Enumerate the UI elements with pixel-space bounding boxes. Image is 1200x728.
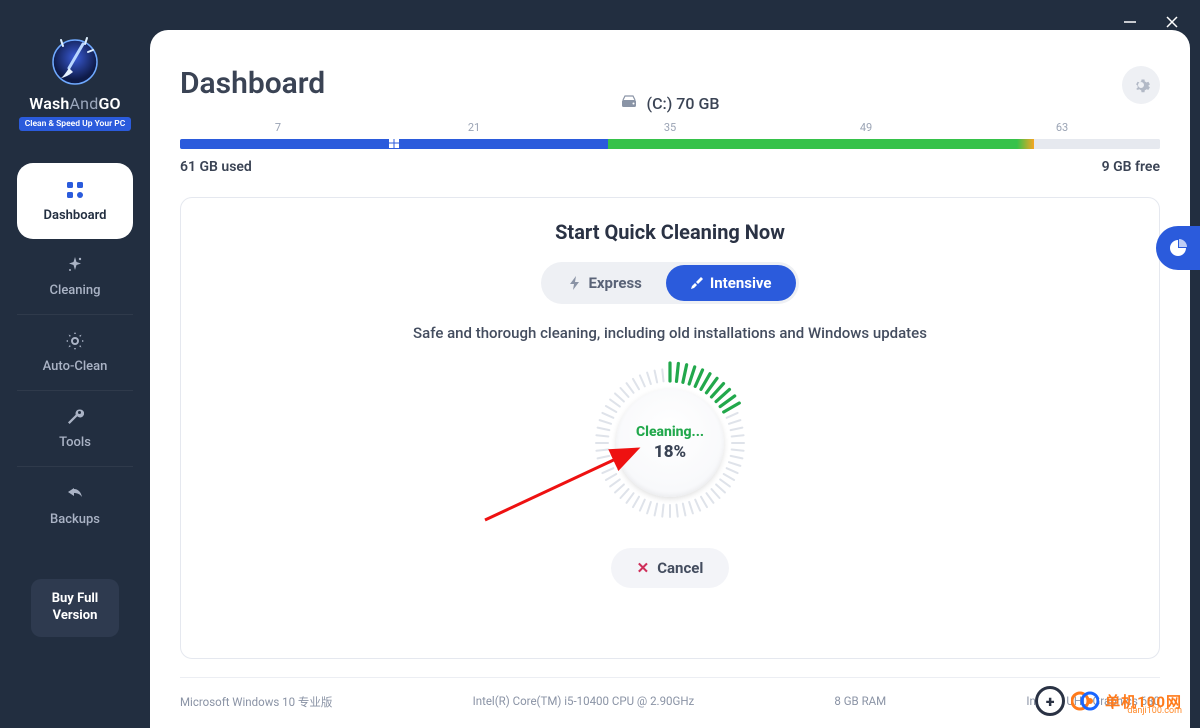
system-info: Microsoft Windows 10 专业版 Intel(R) Core(T… [180, 677, 1160, 728]
brand-part-3: GO [98, 94, 120, 113]
sidebar: WashAndGO Clean & Speed Up Your PC Dashb… [0, 0, 150, 728]
buy-line-2: Version [39, 608, 111, 625]
wrench-icon [65, 407, 85, 427]
brand-part-1: Wash [29, 94, 69, 113]
ruler-tick: 21 [468, 121, 480, 134]
sidebar-item-label: Auto-Clean [43, 359, 108, 374]
undo-icon [65, 484, 85, 504]
gear-icon [65, 331, 85, 351]
disk-usage-bar [180, 139, 1160, 149]
sysinfo-ram: 8 GB RAM [834, 694, 886, 710]
sidebar-item-label: Cleaning [50, 283, 101, 298]
sidebar-item-label: Backups [50, 512, 100, 527]
windows-icon [389, 139, 399, 149]
disk-ruler: 7 21 35 49 63 [180, 121, 1160, 139]
stats-fab-button[interactable] [1156, 226, 1200, 270]
brand-tagline: Clean & Speed Up Your PC [19, 117, 132, 131]
cleaning-card: Start Quick Cleaning Now Express Intensi… [180, 197, 1160, 659]
ruler-tick: 35 [664, 121, 676, 134]
sidebar-item-tools[interactable]: Tools [17, 391, 133, 467]
sparkle-icon [65, 255, 85, 275]
progress-status: Cleaning... [636, 424, 704, 440]
hdd-icon [621, 94, 637, 113]
cleaning-title: Start Quick Cleaning Now [555, 220, 785, 244]
minimize-button[interactable] [1118, 10, 1142, 34]
sidebar-item-label: Tools [59, 435, 91, 450]
ruler-tick: 7 [275, 121, 281, 134]
brand-name: WashAndGO [29, 94, 121, 113]
bar-segment-free [1034, 139, 1160, 149]
gear-icon [1132, 76, 1150, 94]
sysinfo-cpu: Intel(R) Core(TM) i5-10400 CPU @ 2.90GHz [473, 694, 695, 710]
brand-part-2: And [70, 94, 99, 113]
sidebar-item-backups[interactable]: Backups [17, 467, 133, 543]
cancel-label: Cancel [657, 559, 703, 577]
sidebar-item-label: Dashboard [44, 208, 107, 223]
sidebar-item-cleaning[interactable]: Cleaning [17, 239, 133, 315]
mode-label: Intensive [710, 274, 772, 292]
progress-dial: Cleaning... 18% [585, 358, 755, 528]
disk-free-label: 9 GB free [1102, 159, 1160, 175]
sidebar-item-auto-clean[interactable]: Auto-Clean [17, 315, 133, 391]
broom-icon [690, 276, 704, 290]
buy-line-1: Buy Full [39, 591, 111, 608]
ruler-tick: 49 [860, 121, 872, 134]
app-logo-icon [47, 32, 103, 88]
main-panel: Dashboard (C:) 70 GB 7 21 35 49 63 61 GB… [150, 30, 1190, 728]
ruler-tick: 63 [1056, 121, 1068, 134]
sysinfo-gpu: Intel(R) UHD Graphics 630 [1026, 694, 1160, 710]
dashboard-icon [65, 180, 85, 200]
sidebar-item-dashboard[interactable]: Dashboard [17, 163, 133, 239]
mode-express[interactable]: Express [544, 265, 665, 301]
buy-full-version-button[interactable]: Buy Full Version [31, 579, 119, 637]
bolt-icon [568, 276, 582, 290]
close-button[interactable] [1160, 10, 1184, 34]
dial-center: Cleaning... 18% [616, 389, 724, 497]
progress-percent: 18% [654, 442, 686, 462]
sysinfo-os: Microsoft Windows 10 专业版 [180, 694, 332, 710]
mode-description: Safe and thorough cleaning, including ol… [413, 324, 927, 342]
bar-segment-user [608, 139, 1033, 149]
disk-used-label: 61 GB used [180, 159, 252, 175]
pie-chart-icon [1168, 238, 1188, 258]
mode-switch: Express Intensive [541, 262, 798, 304]
disk-header: (C:) 70 GB [180, 94, 1160, 113]
disk-label: (C:) 70 GB [647, 94, 720, 113]
nav: Dashboard Cleaning Auto-Clean Tools Back… [17, 163, 133, 543]
cancel-button[interactable]: ✕ Cancel [611, 548, 730, 588]
mode-label: Express [588, 274, 641, 292]
mode-intensive[interactable]: Intensive [666, 265, 796, 301]
close-icon: ✕ [637, 559, 650, 577]
